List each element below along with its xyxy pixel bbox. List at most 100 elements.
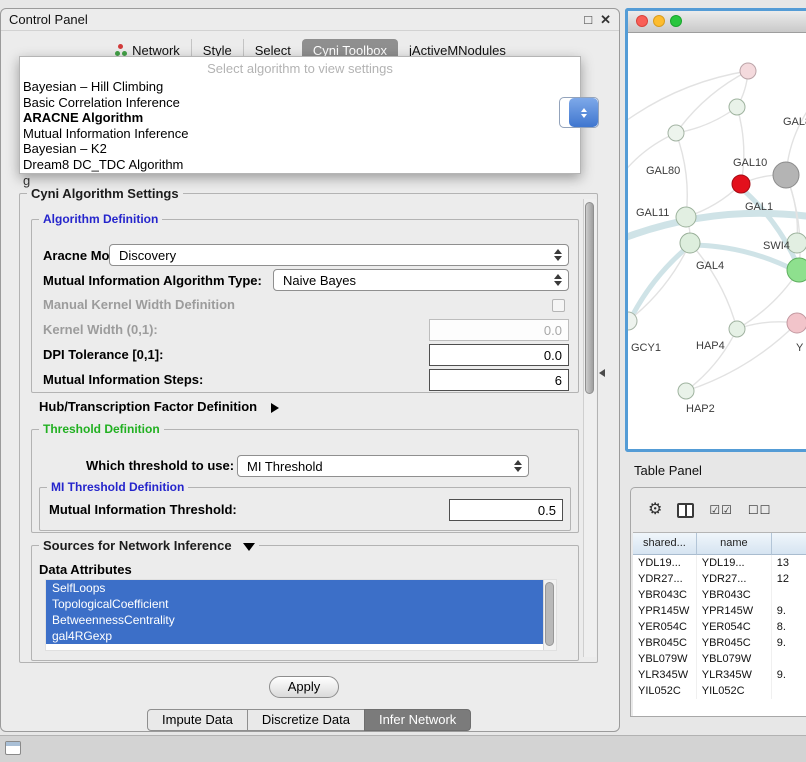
which-threshold-combo[interactable]: MI Threshold [237, 455, 529, 477]
minimize-window-icon[interactable] [653, 15, 665, 27]
table-cell [772, 651, 806, 667]
algorithm-definition-title: Algorithm Definition [39, 212, 162, 226]
algorithm-option-mutual-information-inference[interactable]: Mutual Information Inference [20, 126, 580, 142]
algorithm-combo-stepper[interactable] [559, 97, 599, 128]
attribute-list-scrollbar[interactable] [543, 580, 556, 650]
node-label: HAP2 [686, 403, 715, 415]
network-window-titlebar[interactable] [628, 11, 806, 33]
mi-threshold-field[interactable] [449, 499, 563, 521]
network-node[interactable] [676, 207, 696, 227]
network-view-window[interactable]: GAL8GAL80GAL10GAL11GAL1SWI4GAL4GCY1HAP4H… [625, 8, 806, 452]
bottom-tab-discretize-data[interactable]: Discretize Data [247, 709, 365, 731]
node-label: GAL10 [733, 157, 767, 169]
manual-kernel-checkbox[interactable] [552, 299, 565, 312]
algorithm-option-bayesian-hill-climbing[interactable]: Bayesian – Hill Climbing [20, 79, 580, 95]
network-canvas[interactable]: GAL8GAL80GAL10GAL11GAL1SWI4GAL4GCY1HAP4H… [628, 33, 806, 449]
algorithm-option-dream8-dc-tdc-algorithm[interactable]: Dream8 DC_TDC Algorithm [20, 157, 580, 173]
zoom-window-icon[interactable] [670, 15, 682, 27]
expand-right-icon [271, 403, 279, 413]
hub-definition-toggle[interactable]: Hub/Transcription Factor Definition [39, 399, 279, 414]
manual-kernel-label: Manual Kernel Width Definition [43, 297, 235, 312]
table-cell: YBR043C [633, 587, 697, 603]
mi-type-combo[interactable]: Naive Bayes [273, 269, 569, 291]
table-row[interactable]: YBR045CYBR045C9. [633, 635, 806, 651]
control-panel-titlebar: Control Panel □ ✕ [1, 9, 619, 31]
table-row[interactable]: YBL079WYBL079W [633, 651, 806, 667]
attribute-item-gal4rgexp[interactable]: gal4RGexp [46, 628, 543, 644]
algorithm-dropdown-list: Bayesian – Hill ClimbingBasic Correlatio… [20, 79, 580, 172]
close-window-icon[interactable] [636, 15, 648, 27]
table-header-row: shared...name [633, 533, 806, 555]
network-node[interactable] [773, 162, 799, 188]
bottom-tab-infer-network[interactable]: Infer Network [364, 709, 471, 731]
close-panel-button[interactable]: ✕ [600, 9, 611, 31]
aracne-mode-combo[interactable]: Discovery [109, 244, 569, 266]
settings-scrollbar[interactable] [583, 199, 596, 657]
gear-icon[interactable]: ⚙ [648, 502, 662, 518]
threshold-definition-title: Threshold Definition [39, 422, 164, 436]
table-cell: 8. [772, 619, 806, 635]
mi-threshold-label: Mutual Information Threshold: [49, 502, 237, 517]
algorithm-option-basic-correlation-inference[interactable]: Basic Correlation Inference [20, 95, 580, 111]
float-panel-button[interactable]: □ [584, 9, 592, 31]
deselect-all-icon[interactable]: ☐☐ [748, 504, 772, 516]
table-row[interactable]: YPR145WYPR145W9. [633, 603, 806, 619]
table-cell: YIL052C [633, 683, 697, 699]
table-row[interactable]: YLR345WYLR345W9. [633, 667, 806, 683]
network-node[interactable] [787, 258, 806, 282]
network-node[interactable] [732, 175, 750, 193]
column-header-1[interactable]: name [697, 533, 772, 555]
kernel-width-label: Kernel Width (0,1): [43, 322, 158, 337]
network-node[interactable] [729, 321, 745, 337]
table-cell: YDR27... [697, 571, 772, 587]
mi-steps-field[interactable] [429, 369, 569, 391]
table-row[interactable]: YIL052CYIL052C [633, 683, 806, 699]
table-cell: YPR145W [697, 603, 772, 619]
sources-group-title[interactable]: Sources for Network Inference [39, 538, 259, 553]
apply-button[interactable]: Apply [269, 676, 339, 698]
collapsed-panel-icon[interactable] [5, 741, 21, 755]
settings-scroll-thumb[interactable] [585, 202, 594, 394]
dpi-tolerance-field[interactable] [429, 344, 569, 366]
column-browser-icon[interactable] [677, 503, 694, 518]
attribute-item-selfloops[interactable]: SelfLoops [46, 580, 543, 596]
bottom-tab-impute-data[interactable]: Impute Data [147, 709, 248, 731]
table-cell: YBL079W [633, 651, 697, 667]
network-node[interactable] [678, 383, 694, 399]
network-node[interactable] [668, 125, 684, 141]
table-cell: YER054C [697, 619, 772, 635]
table-cell: 9. [772, 667, 806, 683]
table-body: YDL19...YDL19...13YDR27...YDR27...12YBR0… [633, 555, 806, 699]
node-label: HAP4 [696, 340, 725, 352]
node-label: GAL8 [783, 116, 806, 128]
data-attributes-list[interactable]: SelfLoopsTopologicalCoefficientBetweenne… [45, 579, 557, 651]
table-cell: YER054C [633, 619, 697, 635]
table-cell: YLR345W [697, 667, 772, 683]
table-row[interactable]: YBR043CYBR043C [633, 587, 806, 603]
hub-definition-label: Hub/Transcription Factor Definition [39, 399, 257, 414]
table-row[interactable]: YDR27...YDR27...12 [633, 571, 806, 587]
table-cell: YLR345W [633, 667, 697, 683]
kernel-width-field[interactable] [429, 319, 569, 341]
panel-collapse-arrow[interactable] [599, 369, 605, 377]
network-node[interactable] [740, 63, 756, 79]
attribute-item-topologicalcoefficient[interactable]: TopologicalCoefficient [46, 596, 543, 612]
column-header-0[interactable]: shared... [633, 533, 697, 555]
table-row[interactable]: YER054CYER054C8. [633, 619, 806, 635]
attribute-items: SelfLoopsTopologicalCoefficientBetweenne… [46, 580, 556, 644]
network-node[interactable] [680, 233, 700, 253]
column-header-2[interactable] [772, 533, 806, 555]
network-tab-icon [114, 45, 127, 57]
node-label: Y [796, 342, 804, 354]
algorithm-option-aracne-algorithm[interactable]: ARACNE Algorithm [20, 110, 580, 126]
attribute-list-scroll-thumb[interactable] [545, 582, 554, 646]
network-node[interactable] [787, 313, 806, 333]
algorithm-option-bayesian-k2[interactable]: Bayesian – K2 [20, 141, 580, 157]
node-label: GAL11 [636, 207, 669, 219]
table-row[interactable]: YDL19...YDL19...13 [633, 555, 806, 571]
network-node[interactable] [729, 99, 745, 115]
aracne-mode-value: Discovery [119, 248, 554, 263]
table-panel: ⚙ ☑☑ ☐☐ shared...name YDL19...YDL19...13YD… [630, 487, 806, 717]
attribute-item-betweennesscentrality[interactable]: BetweennessCentrality [46, 612, 543, 628]
select-all-icon[interactable]: ☑☑ [709, 504, 733, 516]
